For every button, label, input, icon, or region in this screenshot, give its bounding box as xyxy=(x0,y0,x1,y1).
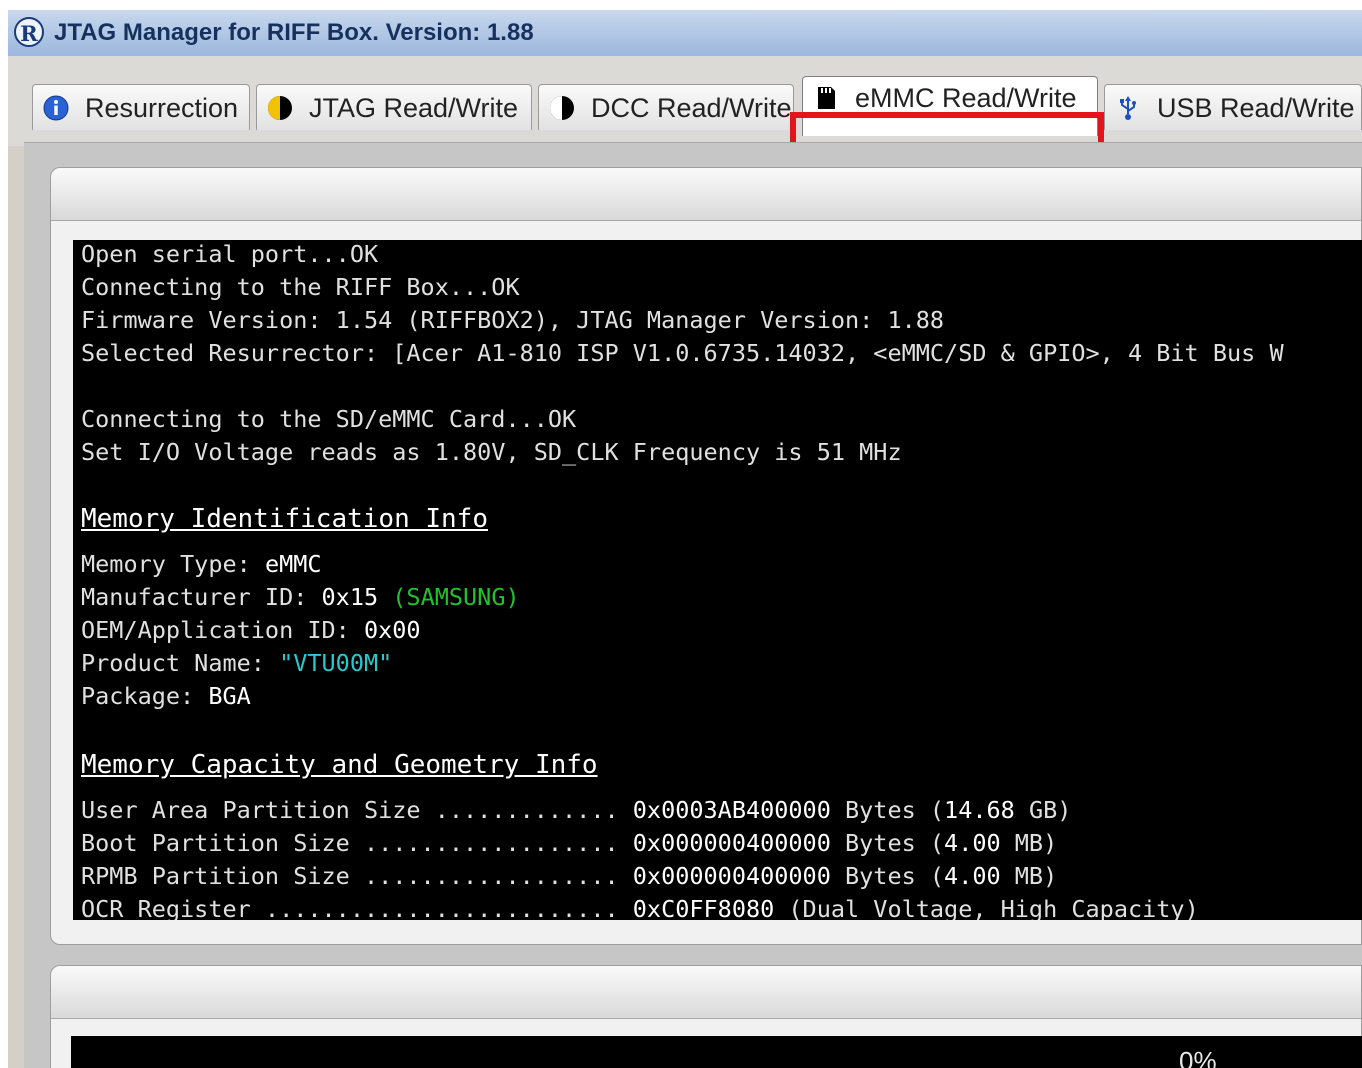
tab-usb-read-write[interactable]: USB Read/Write xyxy=(1104,84,1362,130)
half-circle-yellow-icon xyxy=(268,96,292,120)
memory-id-heading: Memory Identification Info xyxy=(81,504,488,534)
product-name-label: Product Name: xyxy=(81,649,280,677)
capacity-row-size: 4.00 xyxy=(944,829,1001,857)
partial-caption-strip: ‍ xyxy=(0,0,1362,10)
oem-line: OEM/Application ID: 0x00 xyxy=(81,616,421,644)
capacity-row: User Area Partition Size ............. 0… xyxy=(81,796,1071,824)
app-window: R JTAG Manager for RIFF Box. Version: 1.… xyxy=(8,10,1362,1068)
capacity-heading: Memory Capacity and Geometry Info xyxy=(81,750,598,780)
progress-bar: 0% xyxy=(71,1036,1362,1068)
tab-label: Resurrection xyxy=(85,93,239,123)
capacity-row-unit: (Dual Voltage, High Capacity) xyxy=(774,895,1199,920)
capacity-row-hex: 0xC0FF8080 xyxy=(632,895,775,920)
log-panel-header xyxy=(51,168,1361,221)
log-panel: Open serial port...OK Connecting to the … xyxy=(50,167,1362,945)
capacity-row-label: User Area Partition Size ............. xyxy=(81,796,633,824)
capacity-row-size: 14.68 xyxy=(944,796,1015,824)
log-line: Open serial port...OK xyxy=(81,240,379,268)
title-bar: R JTAG Manager for RIFF Box. Version: 1.… xyxy=(8,10,1362,56)
tab-bar: Resurrection JTAG Read/Write DCC Read/Wr… xyxy=(8,56,1362,198)
oem-value: 0x00 xyxy=(363,616,421,644)
half-circle-icon xyxy=(550,96,574,120)
capacity-row: OCR Register ......................... 0… xyxy=(81,895,1199,920)
tab-label: USB Read/Write xyxy=(1157,93,1355,123)
progress-percent: 0% xyxy=(1179,1046,1217,1068)
window-title: JTAG Manager for RIFF Box. Version: 1.88 xyxy=(54,19,534,46)
log-line: Set I/O Voltage reads as 1.80V, SD_CLK F… xyxy=(81,438,902,466)
tab-resurrection[interactable]: Resurrection xyxy=(32,84,250,130)
capacity-row-unit: Bytes ( xyxy=(830,862,945,890)
capacity-row-size: 4.00 xyxy=(944,862,1001,890)
log-line: Connecting to the RIFF Box...OK xyxy=(81,273,520,301)
capacity-row: RPMB Partition Size .................. 0… xyxy=(81,862,1057,890)
memory-type-label: Memory Type: xyxy=(81,550,265,578)
tab-jtag-read-write[interactable]: JTAG Read/Write xyxy=(256,84,532,130)
capacity-row-hex: 0x000000400000 xyxy=(632,862,831,890)
manufacturer-line: Manufacturer ID: 0x15 (SAMSUNG) xyxy=(81,583,520,611)
manufacturer-name: (SAMSUNG) xyxy=(392,583,520,611)
log-line: Firmware Version: 1.54 (RIFFBOX2), JTAG … xyxy=(81,306,945,334)
oem-label: OEM/Application ID: xyxy=(81,616,364,644)
capacity-row-unit: Bytes ( xyxy=(830,829,945,857)
capacity-row-tail: MB) xyxy=(1000,829,1058,857)
tab-dcc-read-write[interactable]: DCC Read/Write xyxy=(538,84,794,130)
log-line: Selected Resurrector: [Acer A1-810 ISP V… xyxy=(81,339,1284,367)
progress-panel-header xyxy=(51,966,1361,1019)
memory-type-value: eMMC xyxy=(264,550,322,578)
capacity-row-tail: MB) xyxy=(1000,862,1058,890)
product-name-value: "VTU00M" xyxy=(279,649,393,677)
tab-label: JTAG Read/Write xyxy=(309,93,519,123)
package-line: Package: BGA xyxy=(81,682,251,710)
usb-icon xyxy=(1120,96,1136,120)
tab-content: Open serial port...OK Connecting to the … xyxy=(24,142,1362,1068)
info-icon xyxy=(43,95,69,121)
manufacturer-value: 0x15 xyxy=(321,583,379,611)
product-name-line: Product Name: "VTU00M" xyxy=(81,649,392,677)
capacity-row-label: OCR Register ......................... xyxy=(81,895,633,920)
progress-panel: 0% xyxy=(50,965,1362,1068)
capacity-row-tail: GB) xyxy=(1014,796,1072,824)
capacity-row-hex: 0x000000400000 xyxy=(632,829,831,857)
log-console[interactable]: Open serial port...OK Connecting to the … xyxy=(73,240,1362,920)
capacity-row-label: Boot Partition Size .................. xyxy=(81,829,633,857)
riff-logo-icon: R xyxy=(14,17,44,47)
tab-label: eMMC Read/Write xyxy=(855,83,1077,113)
manufacturer-label: Manufacturer ID: xyxy=(81,583,322,611)
capacity-row-label: RPMB Partition Size .................. xyxy=(81,862,633,890)
capacity-row-unit: Bytes ( xyxy=(830,796,945,824)
package-value: BGA xyxy=(208,682,251,710)
capacity-row: Boot Partition Size .................. 0… xyxy=(81,829,1057,857)
log-line: Connecting to the SD/eMMC Card...OK xyxy=(81,405,577,433)
package-label: Package: xyxy=(81,682,209,710)
sd-card-icon xyxy=(818,87,835,109)
capacity-row-hex: 0x0003AB400000 xyxy=(632,796,831,824)
memory-type-line: Memory Type: eMMC xyxy=(81,550,322,578)
tab-label: DCC Read/Write xyxy=(591,93,792,123)
